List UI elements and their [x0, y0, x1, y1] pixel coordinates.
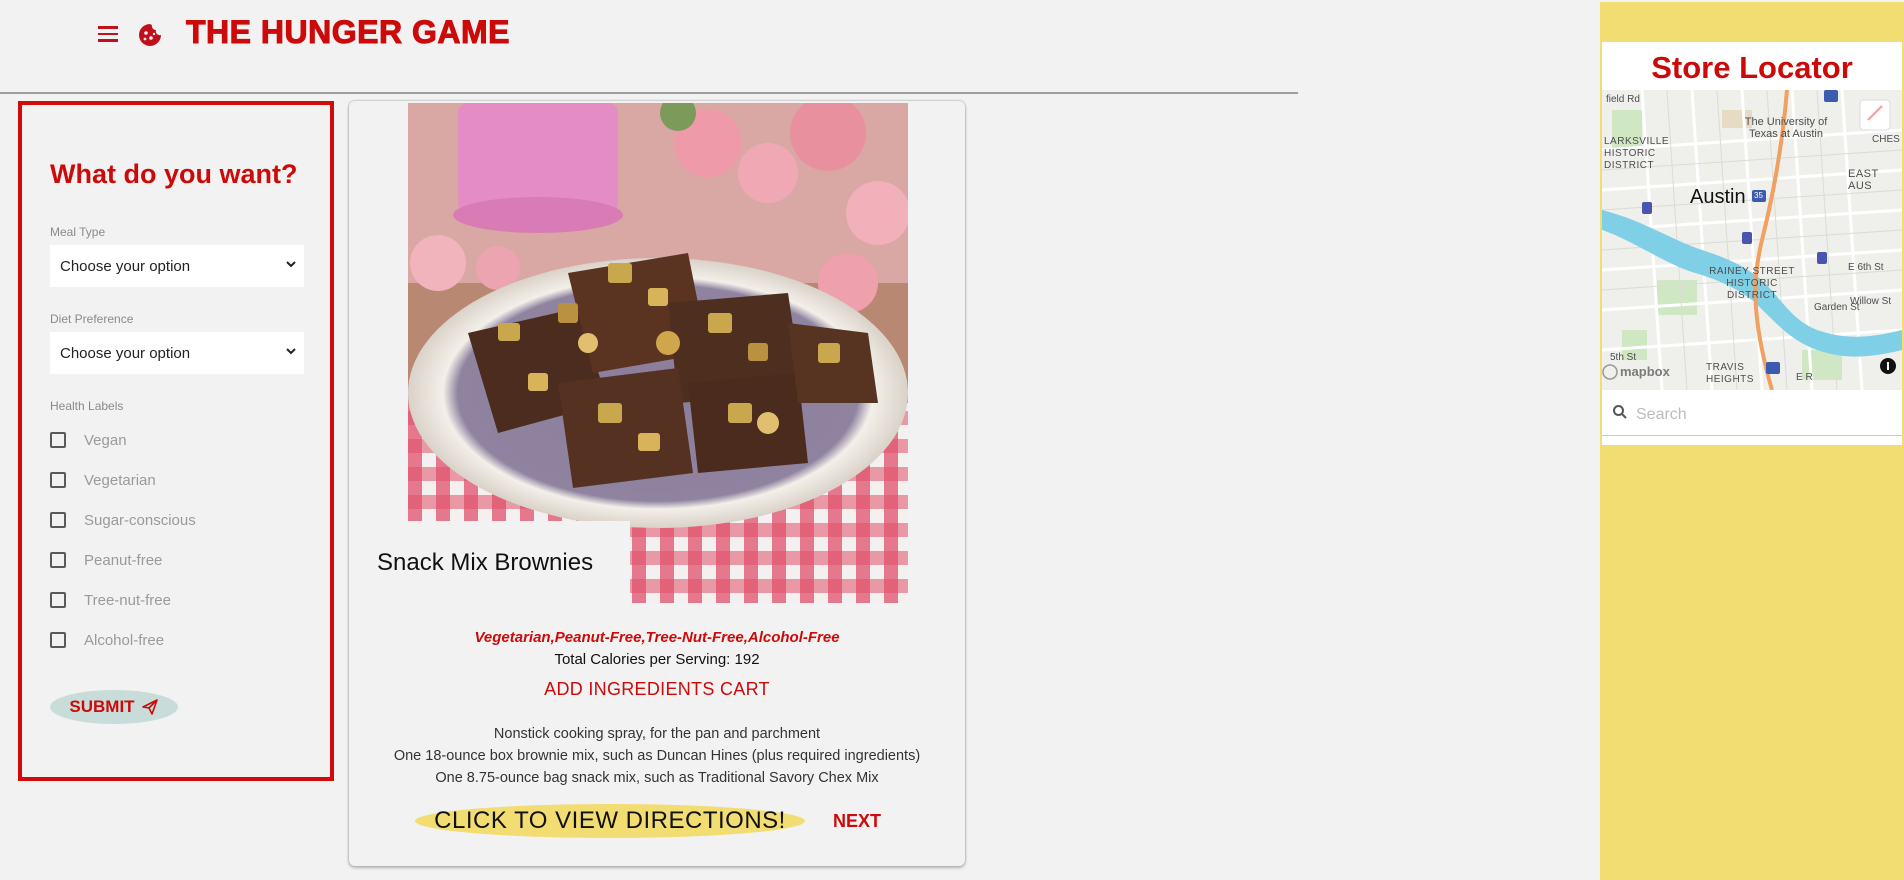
diet-preference-value: Choose your option — [60, 344, 191, 362]
checkbox-label: Vegetarian — [84, 471, 156, 489]
ingredient-item: Nonstick cooking spray, for the pan and … — [493, 726, 821, 742]
chevron-down-icon — [286, 261, 296, 268]
checkbox[interactable] — [50, 592, 66, 608]
store-locator-sidebar: Store Locator The University of Texas at… — [1600, 2, 1904, 880]
recipe-search-form: What do you want? Meal Type Choose your … — [18, 101, 334, 781]
recipe-title: Snack Mix Brownies — [377, 549, 594, 576]
view-directions-label: CLICK TO VIEW DIRECTIONS! — [434, 807, 786, 834]
health-option-tree-nut-free[interactable]: Tree-nut-free — [50, 589, 171, 611]
ingredients-list: Nonstick cooking spray, for the pan and … — [349, 723, 965, 789]
mapbox-logo: mapbox — [1620, 364, 1670, 379]
diet-preference-label: Diet Preference — [50, 312, 134, 326]
checkbox[interactable] — [50, 512, 66, 528]
health-option-sugar-conscious[interactable]: Sugar-conscious — [50, 509, 196, 531]
add-ingredients-cart-button[interactable]: ADD INGREDIENTS CART — [349, 679, 965, 700]
search-icon — [1613, 405, 1627, 419]
submit-label: SUBMIT — [69, 697, 135, 716]
map-label-university: The University of Texas at Austin — [1744, 116, 1828, 140]
map-label-hwy: 35 — [1754, 191, 1763, 200]
form-title: What do you want? — [50, 159, 298, 189]
meal-type-select[interactable]: Choose your option — [50, 245, 304, 287]
calories-text: Total Calories per Serving: 192 — [554, 651, 760, 668]
store-search-box[interactable] — [1602, 396, 1902, 436]
map-label-rainey: RAINEY STREET HISTORIC DISTRICT — [1709, 266, 1795, 301]
map-label-e6th: E 6th St — [1848, 262, 1884, 273]
map-label-travis-heights: TRAVIS HEIGHTS — [1706, 362, 1754, 385]
health-option-vegetarian[interactable]: Vegetarian — [50, 469, 156, 491]
checkbox-label: Alcohol-free — [84, 631, 165, 649]
next-button[interactable]: NEXT — [833, 811, 881, 832]
health-option-peanut-free[interactable]: Peanut-free — [50, 549, 162, 571]
health-labels-label: Health Labels — [50, 399, 124, 413]
store-map[interactable]: The University of Texas at Austin LARKSV… — [1602, 90, 1902, 390]
map-label-city: Austin — [1690, 186, 1746, 208]
chevron-down-icon — [286, 348, 296, 355]
send-icon — [141, 699, 158, 715]
map-label-clarksville: LARKSVILLE HISTORIC DISTRICT — [1604, 136, 1670, 171]
map-label-er: E R — [1796, 372, 1813, 383]
meal-type-label: Meal Type — [50, 225, 106, 239]
store-locator-title: Store Locator — [1651, 50, 1853, 85]
view-directions-button[interactable]: CLICK TO VIEW DIRECTIONS! — [415, 804, 805, 838]
ingredient-item: One 18-ounce box brownie mix, such as Du… — [393, 748, 921, 764]
map-label-field-rd: field Rd — [1606, 94, 1640, 105]
checkbox[interactable] — [50, 432, 66, 448]
recipe-card: Snack Mix Brownies Vegetarian,Peanut-Fre… — [349, 101, 965, 866]
diet-preference-select[interactable]: Choose your option — [50, 332, 304, 374]
checkbox-label: Peanut-free — [84, 551, 163, 569]
store-search-input[interactable] — [1634, 402, 1888, 428]
store-locator-panel: Store Locator The University of Texas at… — [1602, 42, 1902, 445]
map-label-ches: CHES — [1872, 134, 1900, 145]
ingredient-item: One 8.75-ounce bag snack mix, such as Tr… — [435, 770, 879, 786]
health-option-vegan[interactable]: Vegan — [50, 429, 127, 451]
app-title: THE HUNGER GAME — [186, 14, 510, 51]
health-option-alcohol-free[interactable]: Alcohol-free — [50, 629, 164, 651]
cookie-icon — [139, 24, 161, 46]
checkbox-label: Tree-nut-free — [84, 591, 171, 609]
checkbox[interactable] — [50, 632, 66, 648]
submit-button[interactable]: SUBMIT — [50, 690, 178, 724]
health-tags: Vegetarian,Peanut-Free,Tree-Nut-Free,Alc… — [474, 629, 840, 646]
map-label-fifth: 5th St — [1610, 352, 1637, 363]
map-label-garden: Garden St — [1814, 302, 1860, 313]
map-label-east-austin: EAST AUS — [1848, 168, 1879, 192]
top-app-bar: THE HUNGER GAME — [0, 0, 1298, 94]
checkbox[interactable] — [50, 552, 66, 568]
checkbox[interactable] — [50, 472, 66, 488]
menu-icon[interactable] — [98, 26, 118, 42]
checkbox-label: Sugar-conscious — [84, 511, 196, 529]
checkbox-label: Vegan — [84, 431, 127, 449]
meal-type-value: Choose your option — [60, 257, 191, 275]
